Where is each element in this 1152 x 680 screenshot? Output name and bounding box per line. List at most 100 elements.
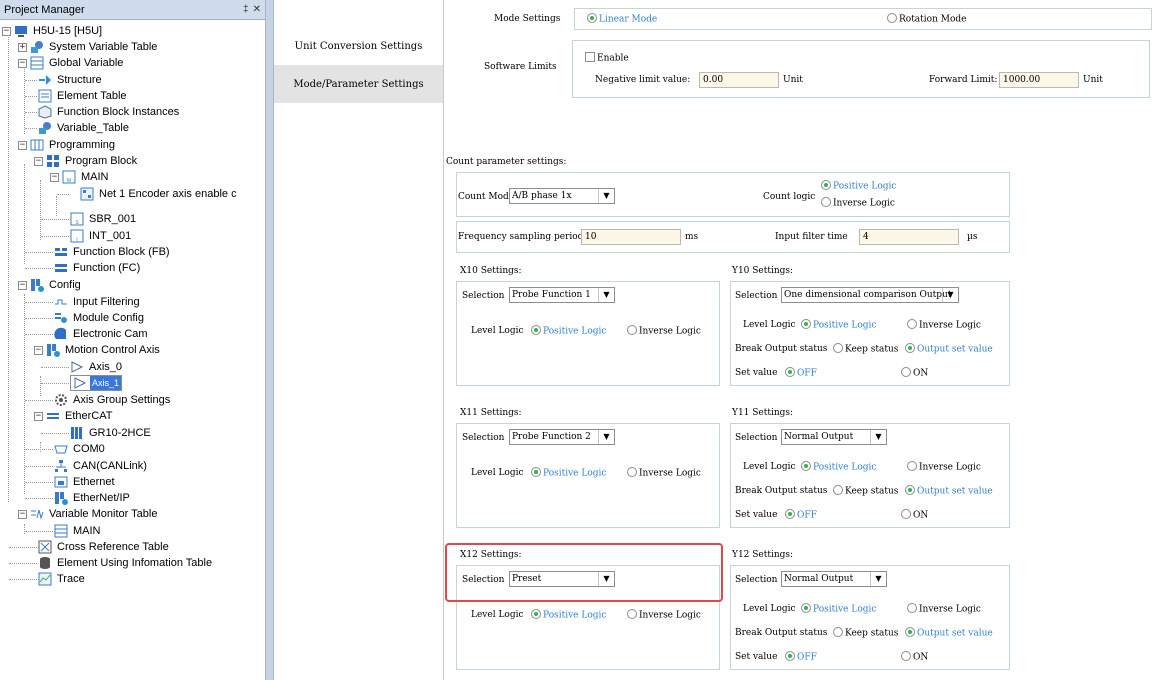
tree-node-program-block[interactable]: − Program Block <box>34 153 139 169</box>
tree-node-variable-monitor-table[interactable]: − Variable Monitor Table <box>18 506 159 522</box>
mode-settings-box: Linear Mode Rotation Mode <box>574 8 1152 30</box>
tree-node-input-filtering[interactable]: Input Filtering <box>54 294 142 310</box>
tree-node-config[interactable]: − Config <box>18 277 83 293</box>
expand-icon[interactable]: + <box>18 42 27 52</box>
collapse-icon[interactable]: − <box>18 58 27 68</box>
linear-mode-radio[interactable]: Linear Mode <box>587 13 657 25</box>
y10-keep-status-radio[interactable]: Keep status <box>833 343 898 355</box>
tree-node-system-variable-table[interactable]: + System Variable Table <box>18 39 159 55</box>
table-icon <box>54 524 68 538</box>
pin-icon[interactable]: ‡ <box>243 4 249 15</box>
negative-limit-input[interactable]: 0.00 <box>699 72 779 88</box>
collapse-icon[interactable]: − <box>34 345 43 355</box>
tree-node-element-using[interactable]: Element Using Infomation Table <box>38 555 214 571</box>
x10-inverse-logic-radio[interactable]: Inverse Logic <box>627 325 701 337</box>
y11-selection-select[interactable]: Normal Output ▼ <box>781 429 887 445</box>
input-filter-input[interactable]: 4 <box>859 229 959 245</box>
panel-splitter[interactable] <box>266 0 274 680</box>
y12-off-radio[interactable]: OFF <box>785 651 817 663</box>
y10-inverse-logic-radio[interactable]: Inverse Logic <box>907 319 981 331</box>
y12-output-set-value-radio[interactable]: Output set value <box>905 627 993 639</box>
x11-box: Selection Probe Function 2 ▼ Level Logic … <box>456 423 720 528</box>
tree-node-root[interactable]: − H5U-15 [H5U] <box>2 23 104 39</box>
y12-inverse-logic-radio[interactable]: Inverse Logic <box>907 603 981 615</box>
collapse-icon[interactable]: − <box>34 411 43 421</box>
collapse-icon[interactable]: − <box>50 172 59 182</box>
collapse-icon[interactable]: − <box>18 509 27 519</box>
tree-node-network[interactable]: Net 1 Encoder axis enable c <box>80 186 239 202</box>
tree-node-com0[interactable]: COM0 <box>54 441 107 457</box>
tree-node-ethercat[interactable]: − EtherCAT <box>34 408 114 424</box>
project-tree: − H5U-15 [H5U] + System Variable Table −… <box>0 20 265 680</box>
tree-node-module-config[interactable]: Module Config <box>54 310 146 326</box>
forward-limit-input[interactable]: 1000.00 <box>999 72 1079 88</box>
tree-node-electronic-cam[interactable]: Electronic Cam <box>54 326 150 342</box>
tree-node-element-table[interactable]: Element Table <box>38 88 129 104</box>
y10-off-radio[interactable]: OFF <box>785 367 817 379</box>
y12-positive-logic-radio[interactable]: Positive Logic <box>801 603 876 615</box>
y11-inverse-logic-radio[interactable]: Inverse Logic <box>907 461 981 473</box>
rotation-mode-radio[interactable]: Rotation Mode <box>887 13 966 25</box>
collapse-icon[interactable]: − <box>18 280 27 290</box>
tree-node-function-block-instances[interactable]: Function Block Instances <box>38 104 181 120</box>
y11-output-set-value-radio[interactable]: Output set value <box>905 485 993 497</box>
tree-node-monitor-main[interactable]: MAIN <box>54 523 103 539</box>
tree-node-axis-group-settings[interactable]: Axis Group Settings <box>54 392 172 408</box>
close-icon[interactable]: ✕ <box>253 4 261 15</box>
y11-keep-status-radio[interactable]: Keep status <box>833 485 898 497</box>
y10-box: Selection One dimensional comparison Out… <box>730 281 1010 386</box>
collapse-icon[interactable]: − <box>2 26 11 36</box>
y11-positive-logic-radio[interactable]: Positive Logic <box>801 461 876 473</box>
x11-selection-select[interactable]: Probe Function 2 ▼ <box>509 429 615 445</box>
y10-positive-logic-radio[interactable]: Positive Logic <box>801 319 876 331</box>
frequency-sampling-input[interactable]: 10 <box>581 229 681 245</box>
tree-node-main[interactable]: − M MAIN <box>50 169 111 185</box>
tree-node-function-block-fb[interactable]: Function Block (FB) <box>54 244 172 260</box>
tree-node-function-fc[interactable]: Function (FC) <box>54 260 142 276</box>
tree-node-programming[interactable]: − Programming <box>18 137 117 153</box>
tree-node-motion-control-axis[interactable]: − Motion Control Axis <box>34 342 162 358</box>
y11-off-radio[interactable]: OFF <box>785 509 817 521</box>
y10-on-radio[interactable]: ON <box>901 367 928 379</box>
x11-inverse-logic-radio[interactable]: Inverse Logic <box>627 467 701 479</box>
enable-checkbox[interactable]: Enable <box>585 52 629 64</box>
tree-node-ethernetip[interactable]: EtherNet/IP <box>54 490 132 506</box>
x12-inverse-logic-radio[interactable]: Inverse Logic <box>627 609 701 621</box>
tree-node-axis-0[interactable]: Axis_0 <box>70 359 124 375</box>
tree-node-global-variable[interactable]: − Global Variable <box>18 55 125 71</box>
tree-node-trace[interactable]: Trace <box>38 571 87 587</box>
forward-limit-label: Forward Limit: <box>929 75 998 85</box>
tree-node-axis-1[interactable]: Axis_1 <box>70 375 123 391</box>
y10-output-set-value-radio[interactable]: Output set value <box>905 343 993 355</box>
tree-node-variable-table[interactable]: Variable_Table <box>38 120 131 136</box>
tree-node-sbr[interactable]: S SBR_001 <box>70 211 138 227</box>
x11-positive-logic-radio[interactable]: Positive Logic <box>531 467 606 479</box>
nav-unit-conversion-settings[interactable]: Unit Conversion Settings <box>274 27 443 65</box>
y12-selection-select[interactable]: Normal Output ▼ <box>781 571 887 587</box>
tree-node-structure[interactable]: Structure <box>38 72 104 88</box>
x12-positive-logic-radio[interactable]: Positive Logic <box>531 609 606 621</box>
y12-box: Selection Normal Output ▼ Level Logic Pos… <box>730 565 1010 670</box>
count-mode-select[interactable]: A/B phase 1x ▼ <box>509 188 615 204</box>
tree-node-gr10[interactable]: GR10-2HCE <box>70 425 153 441</box>
y10-level-logic-label: Level Logic <box>743 320 796 330</box>
y10-selection-select[interactable]: One dimensional comparison Output ▼ <box>781 287 959 303</box>
y12-keep-status-radio[interactable]: Keep status <box>833 627 898 639</box>
nav-mode-parameter-settings[interactable]: Mode/Parameter Settings <box>274 65 443 103</box>
tree-node-int[interactable]: I INT_001 <box>70 228 133 244</box>
count-inverse-logic-radio[interactable]: Inverse Logic <box>821 197 895 209</box>
y11-on-radio[interactable]: ON <box>901 509 928 521</box>
count-positive-logic-radio[interactable]: Positive Logic <box>821 180 896 192</box>
collapse-icon[interactable]: − <box>34 156 43 166</box>
y12-on-radio[interactable]: ON <box>901 651 928 663</box>
tree-node-cross-reference[interactable]: Cross Reference Table <box>38 539 171 555</box>
tree-node-can[interactable]: CAN(CANLink) <box>54 458 149 474</box>
y11-break-output-label: Break Output status <box>735 486 828 496</box>
count-logic-label: Count logic <box>763 192 816 202</box>
program-icon: S <box>70 212 84 226</box>
x10-selection-select[interactable]: Probe Function 1 ▼ <box>509 287 615 303</box>
y11-box: Selection Normal Output ▼ Level Logic Pos… <box>730 423 1010 528</box>
collapse-icon[interactable]: − <box>18 140 27 150</box>
x10-positive-logic-radio[interactable]: Positive Logic <box>531 325 606 337</box>
tree-node-ethernet[interactable]: Ethernet <box>54 474 117 490</box>
